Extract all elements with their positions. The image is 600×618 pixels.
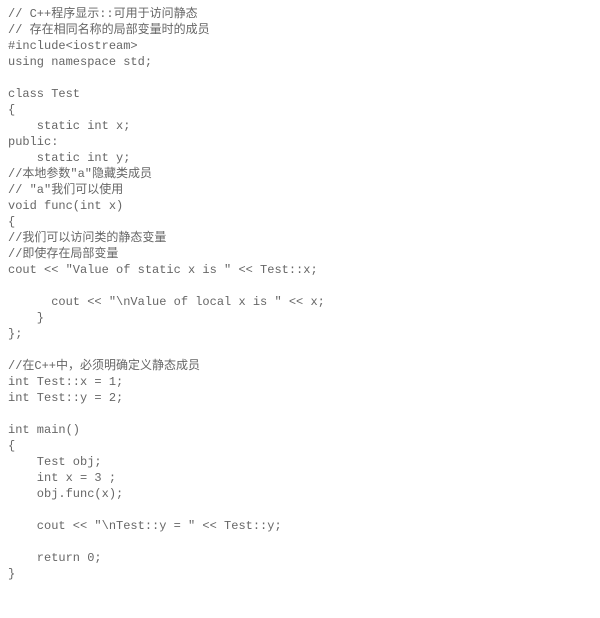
code-block: // C++程序显示::可用于访问静态 // 存在相同名称的局部变量时的成员 #… — [8, 6, 592, 582]
code-content: // C++程序显示::可用于访问静态 // 存在相同名称的局部变量时的成员 #… — [8, 7, 325, 581]
